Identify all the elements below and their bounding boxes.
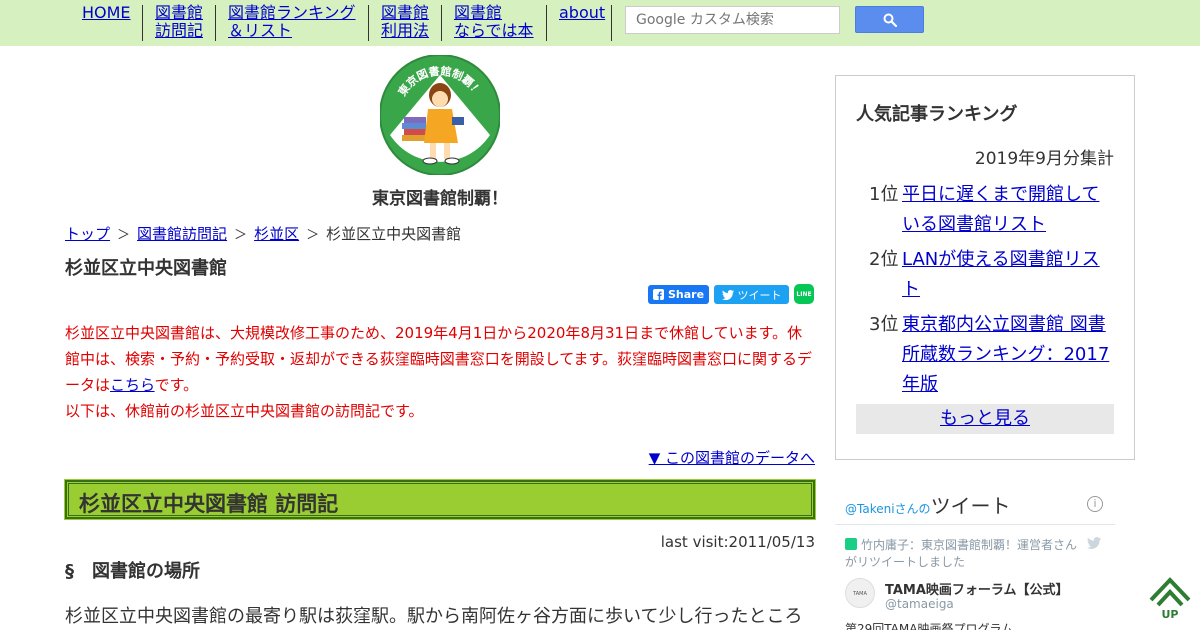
- notice-text-line2: 以下は、休館前の杉並区立中央図書館の訪問記です。: [65, 402, 424, 420]
- rank-article-link[interactable]: LANが使える図書館リスト: [902, 245, 1112, 305]
- site-logo[interactable]: 東京図書館制覇！: [379, 54, 501, 176]
- page-title: 杉並区立中央図書館: [65, 258, 227, 279]
- nav-divider: [368, 5, 369, 41]
- twitter-timeline-widget: @Takeniさんのツイート i 竹内庸子：東京図書館制覇！運営者さんがリツイー…: [835, 480, 1120, 630]
- search-icon: [883, 13, 897, 27]
- breadcrumb-top-link[interactable]: トップ: [65, 225, 110, 243]
- avatar[interactable]: TAMA CINEMA FORUM: [845, 578, 875, 608]
- scroll-to-top-button[interactable]: UP: [1147, 574, 1193, 621]
- twitter-bird-icon: [1087, 537, 1101, 553]
- closure-notice: 杉並区立中央図書館は、大規模改修工事のため、2019年4月1日から2020年8月…: [65, 320, 817, 424]
- facebook-share-button[interactable]: Share: [648, 285, 709, 304]
- up-arrow-icon: UP: [1149, 577, 1191, 621]
- nav-divider: [142, 5, 143, 41]
- library-data-link[interactable]: ▼ この図書館のデータへ: [649, 447, 815, 468]
- facebook-share-label: Share: [667, 288, 705, 301]
- rank-number: 3位: [869, 314, 899, 335]
- twitter-divider: [835, 524, 1115, 525]
- twitter-header: @Takeniさんのツイート: [845, 490, 1011, 519]
- last-visit-date: last visit:2011/05/13: [660, 533, 815, 551]
- location-heading: § 図書館の場所: [65, 561, 200, 582]
- top-nav: HOME 図書館 訪問記 図書館ランキング ＆リスト 図書館 利用法 図書館 ならでは本…: [0, 0, 1200, 46]
- section-heading: 杉並区立中央図書館 訪問記: [64, 479, 816, 520]
- nav-books-line2: ならでは本: [454, 21, 534, 40]
- facebook-icon: [652, 289, 664, 300]
- see-more-button[interactable]: もっと見る: [856, 404, 1114, 434]
- line-icon: LINE: [796, 290, 812, 298]
- nav-visits-link[interactable]: 図書館 訪問記: [155, 4, 203, 40]
- twitter-share-button[interactable]: ツイート: [714, 285, 789, 304]
- nav-visits-line2: 訪問記: [155, 21, 204, 40]
- search-input[interactable]: [626, 7, 839, 33]
- retweet-notice: 竹内庸子：東京図書館制覇！運営者さんがリツイートしました: [845, 537, 1085, 571]
- line-share-button[interactable]: LINE: [794, 284, 814, 304]
- nav-usage-line1: 図書館: [381, 3, 430, 22]
- breadcrumb-separator: ＞: [306, 228, 320, 243]
- breadcrumb: トップ ＞ 図書館訪問記 ＞ 杉並区 ＞ 杉並区立中央図書館: [65, 223, 461, 244]
- nav-about-link[interactable]: about: [559, 4, 605, 22]
- nav-home-link[interactable]: HOME: [82, 4, 131, 22]
- breadcrumb-current: 杉並区立中央図書館: [326, 225, 462, 243]
- popular-ranking-widget: 人気記事ランキング 2019年9月分集計 1位 平日に遅くまで開館している図書館…: [835, 75, 1135, 460]
- nav-ranking-line2: ＆リスト: [228, 21, 293, 40]
- breadcrumb-visits-link[interactable]: 図書館訪問記: [137, 225, 227, 243]
- twitter-bird-icon: [721, 289, 734, 300]
- info-icon[interactable]: i: [1087, 496, 1103, 512]
- search-box: [625, 6, 840, 34]
- twitter-user-link[interactable]: @Takeni: [845, 502, 895, 516]
- notice-text-end: です。: [154, 376, 199, 394]
- nav-divider: [611, 5, 612, 41]
- twitter-share-label: ツイート: [737, 288, 782, 302]
- rank-number: 1位: [869, 184, 899, 205]
- search-button[interactable]: [855, 6, 924, 33]
- twitter-san: さんの: [894, 502, 931, 516]
- tweet-text: 第29回TAMA映画祭プログラム: [845, 622, 1014, 630]
- nav-ranking-link[interactable]: 図書館ランキング ＆リスト: [228, 4, 356, 40]
- ranking-period: 2019年9月分集計: [974, 149, 1114, 169]
- retweet-icon: [845, 538, 857, 550]
- rank-number: 2位: [869, 249, 899, 270]
- breadcrumb-ward-link[interactable]: 杉並区: [254, 225, 299, 243]
- nav-books-line1: 図書館: [454, 3, 503, 22]
- tweet-author-name[interactable]: TAMA映画フォーラム【公式】: [885, 579, 1069, 598]
- rank-article-link[interactable]: 東京都内公立図書館 図書所蔵数ランキング：2017年版: [902, 310, 1112, 400]
- nav-ranking-line1: 図書館ランキング: [228, 3, 356, 22]
- nav-divider: [546, 5, 547, 41]
- notice-here-link[interactable]: こちら: [110, 376, 155, 394]
- nav-usage-line2: 利用法: [381, 21, 430, 40]
- article-body-text: 杉並区立中央図書館の最寄り駅は荻窪駅。駅から南阿佐ヶ谷方面に歩いて少し行ったとこ…: [65, 606, 803, 627]
- retweet-text: 竹内庸子：東京図書館制覇！運営者さんがリツイートしました: [845, 538, 1078, 569]
- breadcrumb-separator: ＞: [117, 228, 131, 243]
- tweet-author-handle[interactable]: @tamaeiga: [885, 597, 954, 611]
- nav-divider: [441, 5, 442, 41]
- breadcrumb-separator: ＞: [234, 228, 248, 243]
- nav-divider: [215, 5, 216, 41]
- up-label: UP: [1162, 608, 1179, 620]
- avatar-text: TAMA CINEMA FORUM: [853, 591, 867, 597]
- rank-article-link[interactable]: 平日に遅くまで開館している図書館リスト: [902, 180, 1112, 240]
- site-title: 東京図書館制覇！: [372, 189, 508, 209]
- nav-visits-line1: 図書館: [155, 3, 204, 22]
- section-heading-text: 杉並区立中央図書館 訪問記: [79, 492, 339, 516]
- nav-books-link[interactable]: 図書館 ならでは本: [454, 4, 534, 40]
- nav-usage-link[interactable]: 図書館 利用法: [381, 4, 429, 40]
- ranking-title: 人気記事ランキング: [856, 104, 1018, 125]
- twitter-tweets-label: ツイート: [930, 494, 1011, 518]
